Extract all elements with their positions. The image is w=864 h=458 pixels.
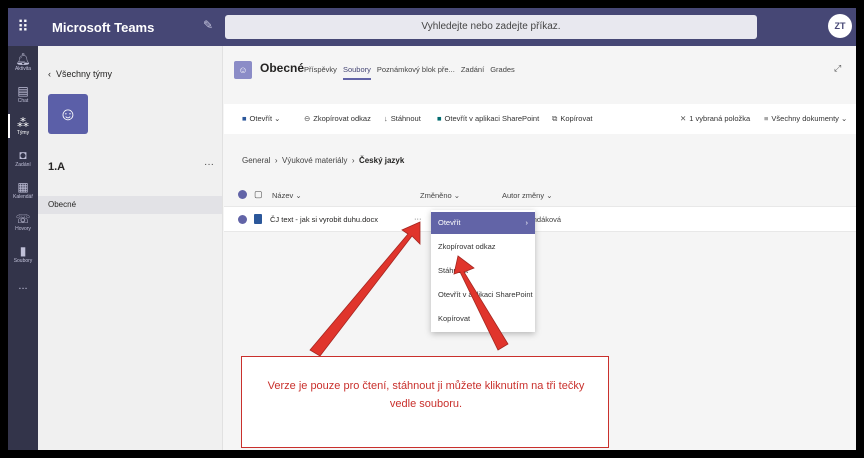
teams-window: ⠿ Microsoft Teams ✎ Vyhledejte nebo zade… [8, 8, 856, 450]
annotation-callout: Verze je pouze pro čtení, stáhnout ji mů… [241, 356, 609, 448]
arrow-to-more-button [309, 221, 421, 357]
arrow-to-download [453, 255, 509, 351]
callout-text: Verze je pouze pro čtení, stáhnout ji mů… [267, 380, 585, 410]
